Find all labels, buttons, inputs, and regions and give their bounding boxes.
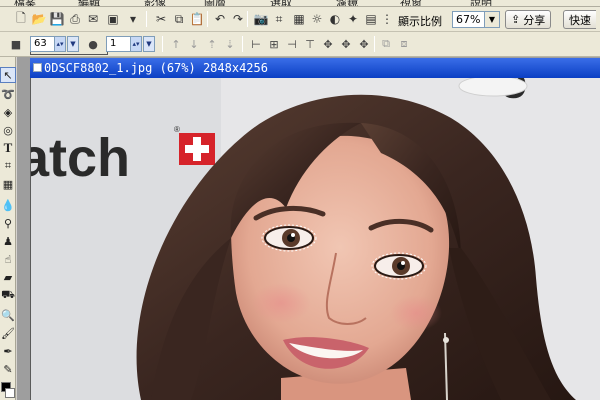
brush-shape-icon[interactable]: ■	[8, 36, 24, 52]
separator	[162, 36, 163, 52]
separator	[247, 11, 248, 27]
quick-label: 快速	[569, 13, 591, 27]
menu-help[interactable]: 說明	[470, 0, 492, 6]
background-color-swatch[interactable]	[5, 388, 15, 398]
share-button[interactable]: ⇪ 分享	[505, 10, 552, 29]
brightness-icon[interactable]: ☼	[308, 10, 326, 28]
size-spin-icon[interactable]: ▴▾	[54, 36, 66, 52]
main-toolbar: 🗋 📂 💾 ⎙ ✉ ▣ ▾ ✂ ⧉ 📋 ↶ ↷ 📷 ⌗ ▦ ☼ ◐ ✦ ▤ ⋮ …	[0, 7, 600, 32]
print-icon[interactable]: ⎙	[66, 10, 84, 28]
arrow-down-icon[interactable]: ↓	[186, 36, 202, 52]
crop-tool-icon[interactable]: ⌗	[0, 158, 16, 174]
fit-icon[interactable]: ▦	[290, 10, 308, 28]
email-icon[interactable]: ✉	[84, 10, 102, 28]
options-bar: ■ 63 ▴▾ ▼ ● 1 ▴▾ ▼ ↑ ↓ ⇡ ⇣ ⊢ ⊞ ⊣ ⊤ ✥ ✥ ✥…	[0, 32, 600, 57]
menu-layer[interactable]: 圖層	[204, 0, 226, 6]
scan-dropdown-icon[interactable]: ▾	[122, 10, 144, 28]
share-icon: ⇪	[511, 13, 521, 26]
copy-icon[interactable]: ⧉	[170, 10, 188, 28]
size-popdown	[30, 52, 108, 55]
separator	[242, 36, 243, 52]
svg-text:®: ®	[174, 125, 180, 134]
brand-logo-text: atch	[31, 128, 130, 188]
quick-button[interactable]: 快速	[563, 10, 596, 29]
dropper-icon[interactable]: ⚲	[0, 215, 16, 231]
paste-icon[interactable]: 📋	[188, 10, 206, 28]
separator	[374, 36, 375, 52]
stamp-icon[interactable]: ♟	[0, 233, 16, 249]
text-icon[interactable]: T	[0, 140, 16, 156]
size-dropdown-icon[interactable]: ▼	[67, 36, 79, 52]
clone-icon[interactable]: ◎	[0, 122, 16, 138]
document-title-bar[interactable]: 0DSCF8802_1.jpg (67%) 2848x4256	[30, 58, 600, 78]
menu-filter[interactable]: 濾鏡	[336, 0, 358, 6]
send-bottom-icon[interactable]: ⇣	[222, 36, 238, 52]
undo-icon[interactable]: ↶	[211, 10, 229, 28]
scan-icon[interactable]: ▣	[104, 10, 122, 28]
move-h-icon[interactable]: ✥	[338, 36, 354, 52]
ungroup-icon[interactable]: ⧈	[396, 36, 412, 52]
arrow-up-icon[interactable]: ↑	[168, 36, 184, 52]
document-title: 0DSCF8802_1.jpg (67%) 2848x4256	[44, 61, 268, 75]
tools-palette: ↖ ➰ ◈ ◎ T ⌗ ▦ 💧 ⚲ ♟ ☝ ▰ ⛟ 🔍 🖌 ✒ ✎	[0, 57, 16, 400]
screenshot-icon[interactable]: 📷	[252, 10, 270, 28]
smudge-icon[interactable]: ☝	[0, 251, 16, 267]
chevron-down-icon[interactable]: ▼	[484, 11, 500, 28]
eraser-icon[interactable]: ◈	[0, 104, 16, 120]
group-icon[interactable]: ⧉	[378, 36, 394, 52]
grid-icon[interactable]: ▦	[0, 176, 16, 192]
crop-icon[interactable]: ⌗	[270, 10, 288, 28]
menu-file[interactable]: 檔案	[14, 0, 36, 6]
menu-window[interactable]: 視窗	[400, 0, 422, 6]
blur-icon[interactable]: 💧	[0, 197, 16, 213]
align-right-icon[interactable]: ⊣	[284, 36, 300, 52]
zoom-label: 顯示比例	[398, 15, 442, 28]
document-icon	[33, 63, 42, 72]
share-label: 分享	[523, 13, 546, 27]
opacity-input[interactable]: 1	[106, 36, 132, 52]
brush-icon[interactable]: 🖌	[0, 325, 16, 341]
lasso-icon[interactable]: ➰	[0, 86, 16, 102]
pencil-icon[interactable]: ✎	[0, 361, 16, 377]
separator	[146, 11, 147, 27]
opacity-dropdown-icon[interactable]: ▼	[143, 36, 155, 52]
fill-icon[interactable]: ⛟	[0, 287, 16, 303]
options-icon[interactable]: ⋮	[378, 10, 396, 28]
hardness-icon[interactable]: ●	[85, 36, 101, 52]
align-top-icon[interactable]: ⊤	[302, 36, 318, 52]
cut-icon[interactable]: ✂	[152, 10, 170, 28]
menu-select[interactable]: 選取	[270, 0, 292, 6]
menu-image[interactable]: 影像	[144, 0, 166, 6]
align-center-icon[interactable]: ⊞	[266, 36, 282, 52]
menu-edit[interactable]: 編輯	[78, 0, 100, 6]
move-icon[interactable]: ✥	[320, 36, 336, 52]
opacity-spin-icon[interactable]: ▴▾	[130, 36, 142, 52]
photo-portrait: atch ® Ɔ	[31, 78, 600, 400]
color-icon[interactable]: ◐	[326, 10, 344, 28]
move-v-icon[interactable]: ✥	[356, 36, 372, 52]
eraser2-icon[interactable]: ▰	[0, 269, 16, 285]
effects-icon[interactable]: ✦	[344, 10, 362, 28]
bring-top-icon[interactable]: ⇡	[204, 36, 220, 52]
align-left-icon[interactable]: ⊢	[248, 36, 264, 52]
arrow-icon[interactable]: ↖	[0, 67, 16, 83]
pen-icon[interactable]: ✒	[0, 343, 16, 359]
open-icon[interactable]: 📂	[30, 10, 48, 28]
separator	[207, 11, 208, 27]
redo-icon[interactable]: ↷	[229, 10, 247, 28]
menu-bar: 檔案 編輯 影像 圖層 選取 濾鏡 視窗 說明	[0, 0, 600, 7]
new-icon[interactable]: 🗋	[12, 10, 30, 28]
image-canvas[interactable]: atch ® Ɔ	[30, 78, 600, 400]
zoom-icon[interactable]: 🔍	[0, 307, 16, 323]
save-icon[interactable]: 💾	[48, 10, 66, 28]
